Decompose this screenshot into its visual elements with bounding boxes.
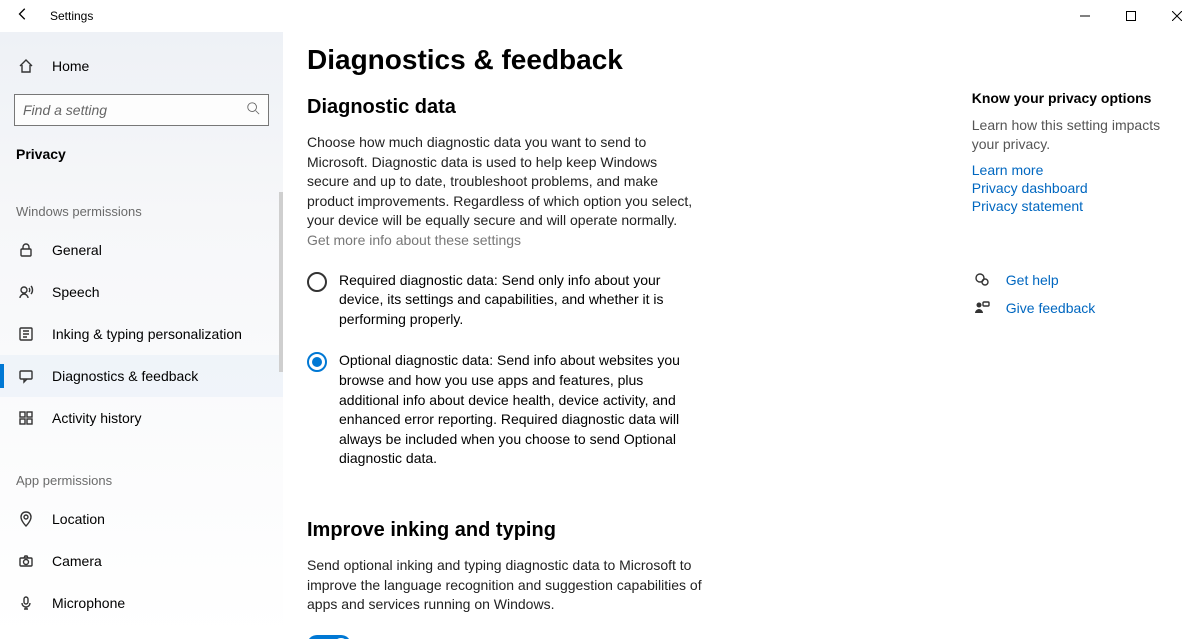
radio-optional[interactable]: Optional diagnostic data: Send info abou… — [307, 351, 707, 469]
link-privacy-dashboard[interactable]: Privacy dashboard — [972, 180, 1180, 196]
category-title: Privacy — [0, 136, 283, 170]
inking-icon — [16, 324, 36, 344]
camera-icon — [16, 551, 36, 571]
window-title: Settings — [50, 9, 93, 23]
feedback-icon — [16, 366, 36, 386]
search-input[interactable] — [23, 102, 246, 118]
sidebar-home[interactable]: Home — [0, 46, 283, 86]
diag-more-info-link[interactable]: Get more info about these settings — [307, 232, 521, 248]
home-label: Home — [52, 58, 89, 74]
maximize-button[interactable] — [1108, 0, 1154, 32]
home-icon — [16, 56, 36, 76]
section-diagnostic-data: Diagnostic data — [307, 96, 921, 119]
link-get-help[interactable]: Get help — [1006, 272, 1059, 288]
give-feedback-row[interactable]: Give feedback — [972, 298, 1180, 318]
titlebar: Settings — [0, 0, 1200, 32]
feedback-person-icon — [972, 298, 992, 318]
radio-required[interactable]: Required diagnostic data: Send only info… — [307, 271, 707, 330]
sidebar-item-diagnostics[interactable]: Diagnostics & feedback — [0, 355, 283, 397]
inking-description: Send optional inking and typing diagnost… — [307, 556, 702, 615]
aside-body: Learn how this setting impacts your priv… — [972, 116, 1180, 154]
sidebar-item-camera[interactable]: Camera — [0, 540, 283, 582]
page-title: Diagnostics & feedback — [307, 44, 921, 76]
link-give-feedback[interactable]: Give feedback — [1006, 300, 1096, 316]
close-button[interactable] — [1154, 0, 1200, 32]
radio-button-required[interactable] — [307, 272, 327, 292]
main-content: Diagnostics & feedback Diagnostic data C… — [283, 32, 1200, 639]
sidebar-item-general[interactable]: General — [0, 229, 283, 271]
inking-toggle[interactable] — [307, 635, 351, 639]
aside-heading: Know your privacy options — [972, 90, 1180, 106]
link-learn-more[interactable]: Learn more — [972, 162, 1180, 178]
window-controls — [1062, 0, 1200, 32]
group-app-permissions: App permissions — [0, 439, 283, 498]
microphone-icon — [16, 593, 36, 613]
location-icon — [16, 509, 36, 529]
aside-panel: Know your privacy options Learn how this… — [972, 44, 1180, 639]
lock-icon — [16, 240, 36, 260]
sidebar-item-inking[interactable]: Inking & typing personalization — [0, 313, 283, 355]
search-box[interactable] — [14, 94, 269, 126]
radio-button-optional[interactable] — [307, 352, 327, 372]
minimize-button[interactable] — [1062, 0, 1108, 32]
sidebar-item-microphone[interactable]: Microphone — [0, 582, 283, 624]
radio-required-label: Required diagnostic data: Send only info… — [339, 271, 707, 330]
section-inking: Improve inking and typing — [307, 519, 921, 542]
sidebar: Home Privacy Windows permissions General… — [0, 32, 283, 639]
get-help-row[interactable]: Get help — [972, 270, 1180, 290]
radio-optional-label: Optional diagnostic data: Send info abou… — [339, 351, 707, 469]
search-icon — [246, 101, 260, 120]
speech-icon — [16, 282, 36, 302]
history-icon — [16, 408, 36, 428]
link-privacy-statement[interactable]: Privacy statement — [972, 198, 1180, 214]
sidebar-item-location[interactable]: Location — [0, 498, 283, 540]
diagnostic-description: Choose how much diagnostic data you want… — [307, 133, 702, 251]
sidebar-item-activity[interactable]: Activity history — [0, 397, 283, 439]
group-windows-permissions: Windows permissions — [0, 170, 283, 229]
help-icon — [972, 270, 992, 290]
sidebar-item-speech[interactable]: Speech — [0, 271, 283, 313]
back-button[interactable] — [16, 7, 30, 26]
